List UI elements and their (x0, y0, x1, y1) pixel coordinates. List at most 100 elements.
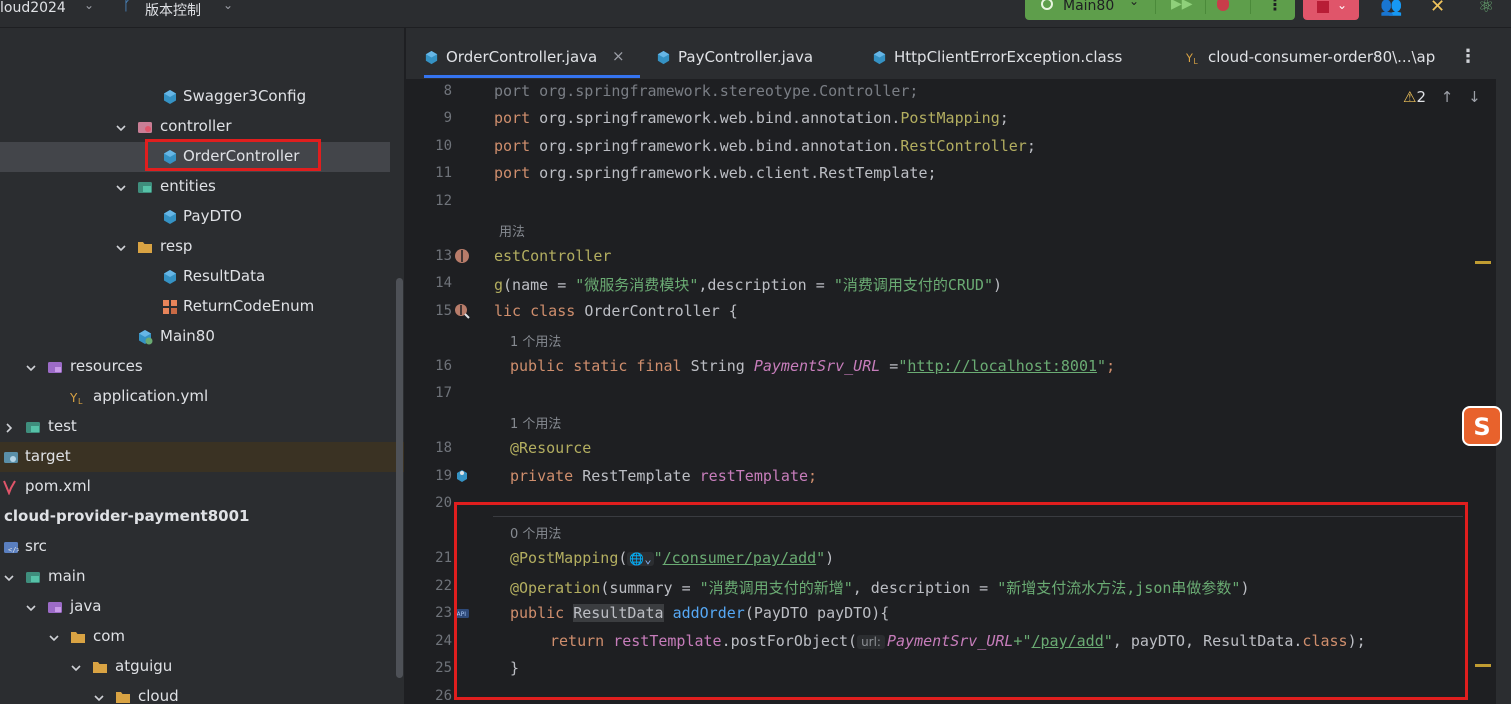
vcs-menu[interactable]: 版本控制 (145, 0, 201, 20)
sogou-input-icon[interactable]: S (1462, 406, 1502, 446)
code-line-19: private RestTemplate restTemplate; (510, 467, 818, 485)
chevron-right-icon[interactable] (3, 419, 15, 433)
tree-item-cloud[interactable]: cloud (0, 682, 404, 704)
spring-boot-class-icon (137, 329, 153, 345)
arrow-up-icon: ↑ (1440, 88, 1454, 106)
tree-item-resp[interactable]: resp (0, 232, 404, 262)
run-icon[interactable]: ▶▶ (1171, 0, 1193, 12)
project-selector[interactable]: loud2024 (0, 0, 66, 16)
tree-item-swagger3config[interactable]: Swagger3Config (0, 82, 404, 112)
tree-item-java[interactable]: java (0, 592, 404, 622)
bean-search-icon[interactable] (454, 303, 470, 319)
usage-hint[interactable]: 用法 (499, 221, 525, 240)
tree-item-main80[interactable]: Main80 (0, 322, 404, 352)
package-icon (137, 179, 153, 195)
chevron-down-icon[interactable] (115, 239, 127, 252)
chevron-down-icon[interactable]: ⌄ (223, 0, 233, 12)
tree-item-pom-xml[interactable]: pom.xml (0, 472, 404, 502)
warning-stripe-mark[interactable] (1475, 261, 1491, 264)
class-icon (872, 50, 887, 65)
excluded-folder-icon (3, 449, 19, 465)
close-tab-icon[interactable]: × (612, 47, 625, 65)
tab-paycontroller[interactable]: PayController.java (656, 48, 836, 78)
tree-item-application-yml[interactable]: YL application.yml (0, 382, 404, 412)
autowired-icon[interactable] (454, 468, 470, 484)
tab-httpclienterrorexception[interactable]: HttpClientErrorException.class (872, 48, 1142, 78)
tree-item-main[interactable]: main (0, 562, 404, 592)
arrow-down-icon: ↓ (1468, 88, 1481, 106)
tree-item-entities[interactable]: entities (0, 172, 404, 202)
tree-item-src[interactable]: </> src (0, 532, 404, 562)
class-icon (162, 209, 178, 225)
chevron-down-icon[interactable] (115, 179, 127, 192)
tree-item-resources[interactable]: resources (0, 352, 404, 382)
tree-item-com[interactable]: com (0, 622, 404, 652)
resources-folder-icon (47, 359, 63, 375)
usage-hint[interactable]: 1 个用法 (510, 413, 561, 432)
code-line-11: port org.springframework.web.client.Rest… (494, 164, 937, 182)
maven-icon (3, 479, 19, 495)
editor-tab-bar: OrderController.java × PayController.jav… (406, 28, 1496, 80)
package-icon (137, 119, 153, 135)
chevron-down-icon[interactable] (93, 689, 105, 702)
chevron-down-icon[interactable]: ⌄ (1129, 0, 1139, 8)
svg-text:</>: </> (8, 546, 19, 554)
test-folder-icon (25, 419, 41, 435)
tab-ordercontroller[interactable]: OrderController.java × (424, 47, 640, 78)
class-icon (656, 50, 671, 65)
class-icon (424, 50, 439, 65)
bean-icon[interactable] (454, 248, 470, 264)
svg-text:L: L (1194, 57, 1199, 65)
url-link: http://localhost:8001 (907, 357, 1098, 375)
tree-item-module[interactable]: cloud-provider-payment8001 (0, 502, 404, 532)
usage-hint[interactable]: 1 个用法 (510, 331, 561, 350)
debug-icon[interactable] (1217, 0, 1229, 11)
tree-item-paydto[interactable]: PayDTO (0, 202, 404, 232)
run-configuration-selector[interactable]: Main80 ⌄ ▶▶ ⋮ (1025, 0, 1295, 20)
tree-item-controller[interactable]: controller (0, 112, 404, 142)
code-line-13: estController (494, 247, 612, 265)
branch-icon: ᚴ (123, 0, 132, 14)
run-config-icon (1041, 0, 1053, 10)
inspection-widget[interactable]: ⚠2 ↑ ↓ (1403, 88, 1481, 106)
code-line-16: public static final String PaymentSrv_UR… (510, 357, 1116, 375)
code-line-14: g(name = "微服务消费模块",description = "消费调用支付… (494, 276, 1003, 294)
folder-icon (115, 689, 131, 704)
code-line-18: @Resource (510, 439, 592, 457)
highlight-annotation-box (145, 139, 321, 171)
folder-icon (92, 659, 108, 675)
stop-button[interactable]: ⌄ (1303, 0, 1359, 20)
more-actions-icon[interactable]: ⋮ (1267, 0, 1283, 14)
warning-stripe-mark[interactable] (1475, 664, 1491, 667)
folder-icon (137, 239, 153, 255)
tree-item-target[interactable]: target (0, 442, 404, 472)
chevron-down-icon[interactable] (70, 659, 82, 672)
source-root-icon (47, 599, 63, 615)
build-tools-icon[interactable]: ✕ (1430, 0, 1445, 17)
chevron-down-icon[interactable] (115, 119, 127, 132)
chevron-down-icon[interactable] (25, 599, 37, 612)
highlight-annotation-box (454, 502, 1468, 700)
chevron-down-icon[interactable] (3, 569, 15, 582)
chevron-down-icon[interactable] (25, 359, 37, 372)
more-tabs-icon[interactable]: ⋮ (1459, 46, 1477, 67)
chevron-down-icon[interactable] (48, 629, 60, 642)
class-icon (162, 89, 178, 105)
tree-item-atguigu[interactable]: atguigu (0, 652, 404, 682)
tree-item-returncodeenum[interactable]: ReturnCodeEnum (0, 292, 404, 322)
svg-text:Y: Y (1186, 52, 1193, 65)
folder-icon (70, 629, 86, 645)
tree-item-resultdata[interactable]: ResultData (0, 262, 404, 292)
tree-item-test[interactable]: test (0, 412, 404, 442)
yaml-icon: YL (1186, 50, 1201, 65)
svg-text:L: L (78, 397, 83, 405)
tree-scrollbar[interactable] (396, 278, 403, 678)
code-with-me-icon[interactable]: 👥 (1380, 0, 1402, 17)
class-icon (162, 269, 178, 285)
run-config-label: Main80 (1063, 0, 1115, 14)
plugin-icon[interactable]: ⚛ (1478, 0, 1494, 17)
chevron-down-icon[interactable]: ⌄ (84, 0, 94, 12)
enum-icon (162, 299, 178, 315)
tab-application-yml[interactable]: YL cloud-consumer-order80\...\ap (1186, 48, 1442, 78)
yaml-icon: YL (70, 389, 86, 405)
